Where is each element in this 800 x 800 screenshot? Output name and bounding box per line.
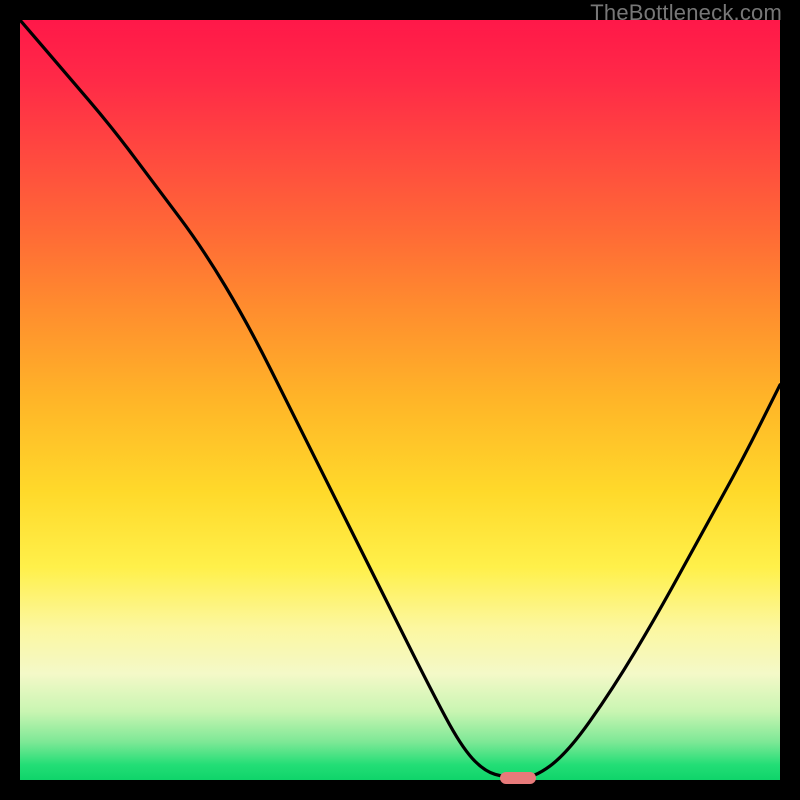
bottleneck-curve-svg <box>20 20 780 780</box>
plot-area <box>20 20 780 780</box>
minimum-marker <box>500 772 536 784</box>
chart-container: TheBottleneck.com <box>0 0 800 800</box>
bottleneck-curve <box>20 20 780 778</box>
